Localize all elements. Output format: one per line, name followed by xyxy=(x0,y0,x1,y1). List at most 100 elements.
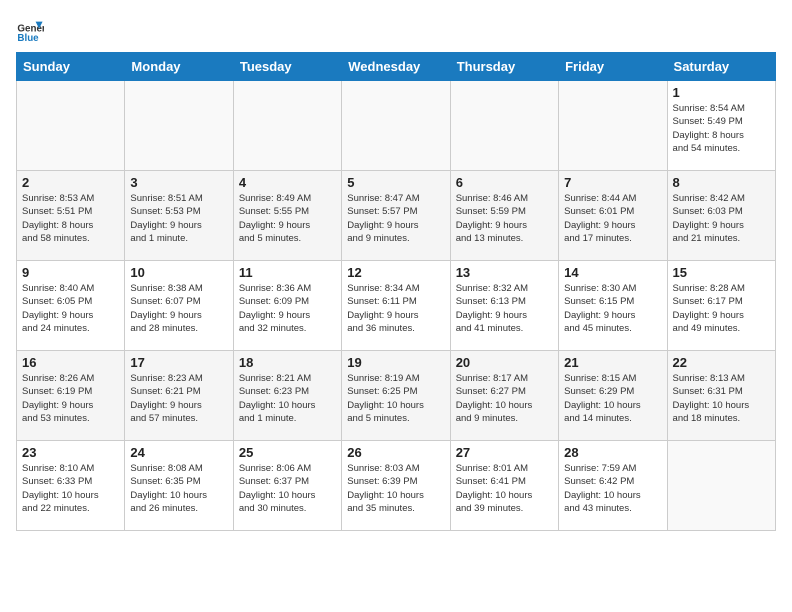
calendar-cell: 3 Sunrise: 8:51 AM Sunset: 5:53 PM Daylig… xyxy=(125,171,233,261)
col-header-sunday: Sunday xyxy=(17,53,125,81)
day-number: 27 xyxy=(456,445,553,460)
week-row-4: 16 Sunrise: 8:26 AM Sunset: 6:19 PM Dayli… xyxy=(17,351,776,441)
calendar-cell xyxy=(667,441,775,531)
day-number: 24 xyxy=(130,445,227,460)
logo: General Blue xyxy=(16,16,48,44)
calendar-cell: 28 Sunrise: 7:59 AM Sunset: 6:42 PM Dayli… xyxy=(559,441,667,531)
calendar-cell: 25 Sunrise: 8:06 AM Sunset: 6:37 PM Dayli… xyxy=(233,441,341,531)
calendar-cell: 23 Sunrise: 8:10 AM Sunset: 6:33 PM Dayli… xyxy=(17,441,125,531)
col-header-friday: Friday xyxy=(559,53,667,81)
day-info: Sunrise: 7:59 AM Sunset: 6:42 PM Dayligh… xyxy=(564,462,661,515)
day-info: Sunrise: 8:17 AM Sunset: 6:27 PM Dayligh… xyxy=(456,372,553,425)
week-row-2: 2 Sunrise: 8:53 AM Sunset: 5:51 PM Daylig… xyxy=(17,171,776,261)
day-info: Sunrise: 8:30 AM Sunset: 6:15 PM Dayligh… xyxy=(564,282,661,335)
day-number: 23 xyxy=(22,445,119,460)
calendar-cell: 1 Sunrise: 8:54 AM Sunset: 5:49 PM Daylig… xyxy=(667,81,775,171)
calendar-cell: 19Sunrise: 8:19 AM Sunset: 6:25 PM Dayli… xyxy=(342,351,450,441)
day-number: 9 xyxy=(22,265,119,280)
day-info: Sunrise: 8:32 AM Sunset: 6:13 PM Dayligh… xyxy=(456,282,553,335)
calendar-cell: 4 Sunrise: 8:49 AM Sunset: 5:55 PM Daylig… xyxy=(233,171,341,261)
day-info: Sunrise: 8:26 AM Sunset: 6:19 PM Dayligh… xyxy=(22,372,119,425)
calendar-cell xyxy=(17,81,125,171)
day-number: 25 xyxy=(239,445,336,460)
day-info: Sunrise: 8:47 AM Sunset: 5:57 PM Dayligh… xyxy=(347,192,444,245)
day-number: 7 xyxy=(564,175,661,190)
day-number: 14 xyxy=(564,265,661,280)
day-info: Sunrise: 8:28 AM Sunset: 6:17 PM Dayligh… xyxy=(673,282,770,335)
calendar-cell: 22Sunrise: 8:13 AM Sunset: 6:31 PM Dayli… xyxy=(667,351,775,441)
calendar-cell xyxy=(450,81,558,171)
day-number: 13 xyxy=(456,265,553,280)
calendar-cell xyxy=(233,81,341,171)
logo-icon: General Blue xyxy=(16,16,44,44)
calendar-cell: 17Sunrise: 8:23 AM Sunset: 6:21 PM Dayli… xyxy=(125,351,233,441)
calendar-cell: 11 Sunrise: 8:36 AM Sunset: 6:09 PM Dayli… xyxy=(233,261,341,351)
day-number: 19 xyxy=(347,355,444,370)
day-number: 20 xyxy=(456,355,553,370)
calendar-cell xyxy=(342,81,450,171)
calendar-cell xyxy=(125,81,233,171)
day-info: Sunrise: 8:15 AM Sunset: 6:29 PM Dayligh… xyxy=(564,372,661,425)
day-info: Sunrise: 8:03 AM Sunset: 6:39 PM Dayligh… xyxy=(347,462,444,515)
page-header: General Blue xyxy=(16,16,776,44)
calendar-cell: 5 Sunrise: 8:47 AM Sunset: 5:57 PM Daylig… xyxy=(342,171,450,261)
day-info: Sunrise: 8:01 AM Sunset: 6:41 PM Dayligh… xyxy=(456,462,553,515)
calendar-cell: 27 Sunrise: 8:01 AM Sunset: 6:41 PM Dayli… xyxy=(450,441,558,531)
day-info: Sunrise: 8:36 AM Sunset: 6:09 PM Dayligh… xyxy=(239,282,336,335)
col-header-monday: Monday xyxy=(125,53,233,81)
day-info: Sunrise: 8:06 AM Sunset: 6:37 PM Dayligh… xyxy=(239,462,336,515)
day-info: Sunrise: 8:51 AM Sunset: 5:53 PM Dayligh… xyxy=(130,192,227,245)
calendar-cell: 7 Sunrise: 8:44 AM Sunset: 6:01 PM Daylig… xyxy=(559,171,667,261)
calendar-cell: 13 Sunrise: 8:32 AM Sunset: 6:13 PM Dayli… xyxy=(450,261,558,351)
day-number: 17 xyxy=(130,355,227,370)
day-info: Sunrise: 8:53 AM Sunset: 5:51 PM Dayligh… xyxy=(22,192,119,245)
day-number: 16 xyxy=(22,355,119,370)
calendar-cell: 15 Sunrise: 8:28 AM Sunset: 6:17 PM Dayli… xyxy=(667,261,775,351)
day-number: 2 xyxy=(22,175,119,190)
day-number: 4 xyxy=(239,175,336,190)
week-row-5: 23 Sunrise: 8:10 AM Sunset: 6:33 PM Dayli… xyxy=(17,441,776,531)
day-info: Sunrise: 8:34 AM Sunset: 6:11 PM Dayligh… xyxy=(347,282,444,335)
col-header-wednesday: Wednesday xyxy=(342,53,450,81)
day-number: 22 xyxy=(673,355,770,370)
svg-text:Blue: Blue xyxy=(17,33,39,44)
day-number: 8 xyxy=(673,175,770,190)
calendar-cell: 24Sunrise: 8:08 AM Sunset: 6:35 PM Dayli… xyxy=(125,441,233,531)
calendar-cell: 14 Sunrise: 8:30 AM Sunset: 6:15 PM Dayli… xyxy=(559,261,667,351)
calendar-cell: 18 Sunrise: 8:21 AM Sunset: 6:23 PM Dayli… xyxy=(233,351,341,441)
day-info: Sunrise: 8:10 AM Sunset: 6:33 PM Dayligh… xyxy=(22,462,119,515)
calendar-cell: 6Sunrise: 8:46 AM Sunset: 5:59 PM Daylig… xyxy=(450,171,558,261)
day-info: Sunrise: 8:38 AM Sunset: 6:07 PM Dayligh… xyxy=(130,282,227,335)
calendar-cell: 20 Sunrise: 8:17 AM Sunset: 6:27 PM Dayli… xyxy=(450,351,558,441)
calendar-cell: 9 Sunrise: 8:40 AM Sunset: 6:05 PM Daylig… xyxy=(17,261,125,351)
day-number: 10 xyxy=(130,265,227,280)
day-info: Sunrise: 8:21 AM Sunset: 6:23 PM Dayligh… xyxy=(239,372,336,425)
day-info: Sunrise: 8:44 AM Sunset: 6:01 PM Dayligh… xyxy=(564,192,661,245)
day-number: 5 xyxy=(347,175,444,190)
col-header-saturday: Saturday xyxy=(667,53,775,81)
calendar-cell: 21 Sunrise: 8:15 AM Sunset: 6:29 PM Dayli… xyxy=(559,351,667,441)
calendar-cell: 8 Sunrise: 8:42 AM Sunset: 6:03 PM Daylig… xyxy=(667,171,775,261)
day-info: Sunrise: 8:40 AM Sunset: 6:05 PM Dayligh… xyxy=(22,282,119,335)
day-number: 21 xyxy=(564,355,661,370)
day-number: 18 xyxy=(239,355,336,370)
day-number: 28 xyxy=(564,445,661,460)
calendar-cell: 2 Sunrise: 8:53 AM Sunset: 5:51 PM Daylig… xyxy=(17,171,125,261)
calendar-cell: 26 Sunrise: 8:03 AM Sunset: 6:39 PM Dayli… xyxy=(342,441,450,531)
day-number: 15 xyxy=(673,265,770,280)
day-number: 11 xyxy=(239,265,336,280)
header-row: SundayMondayTuesdayWednesdayThursdayFrid… xyxy=(17,53,776,81)
day-info: Sunrise: 8:42 AM Sunset: 6:03 PM Dayligh… xyxy=(673,192,770,245)
calendar-table: SundayMondayTuesdayWednesdayThursdayFrid… xyxy=(16,52,776,531)
day-info: Sunrise: 8:46 AM Sunset: 5:59 PM Dayligh… xyxy=(456,192,553,245)
calendar-cell xyxy=(559,81,667,171)
day-number: 12 xyxy=(347,265,444,280)
col-header-thursday: Thursday xyxy=(450,53,558,81)
day-number: 26 xyxy=(347,445,444,460)
day-number: 3 xyxy=(130,175,227,190)
day-info: Sunrise: 8:54 AM Sunset: 5:49 PM Dayligh… xyxy=(673,102,770,155)
day-number: 1 xyxy=(673,85,770,100)
calendar-cell: 10 Sunrise: 8:38 AM Sunset: 6:07 PM Dayli… xyxy=(125,261,233,351)
week-row-1: 1 Sunrise: 8:54 AM Sunset: 5:49 PM Daylig… xyxy=(17,81,776,171)
day-info: Sunrise: 8:49 AM Sunset: 5:55 PM Dayligh… xyxy=(239,192,336,245)
